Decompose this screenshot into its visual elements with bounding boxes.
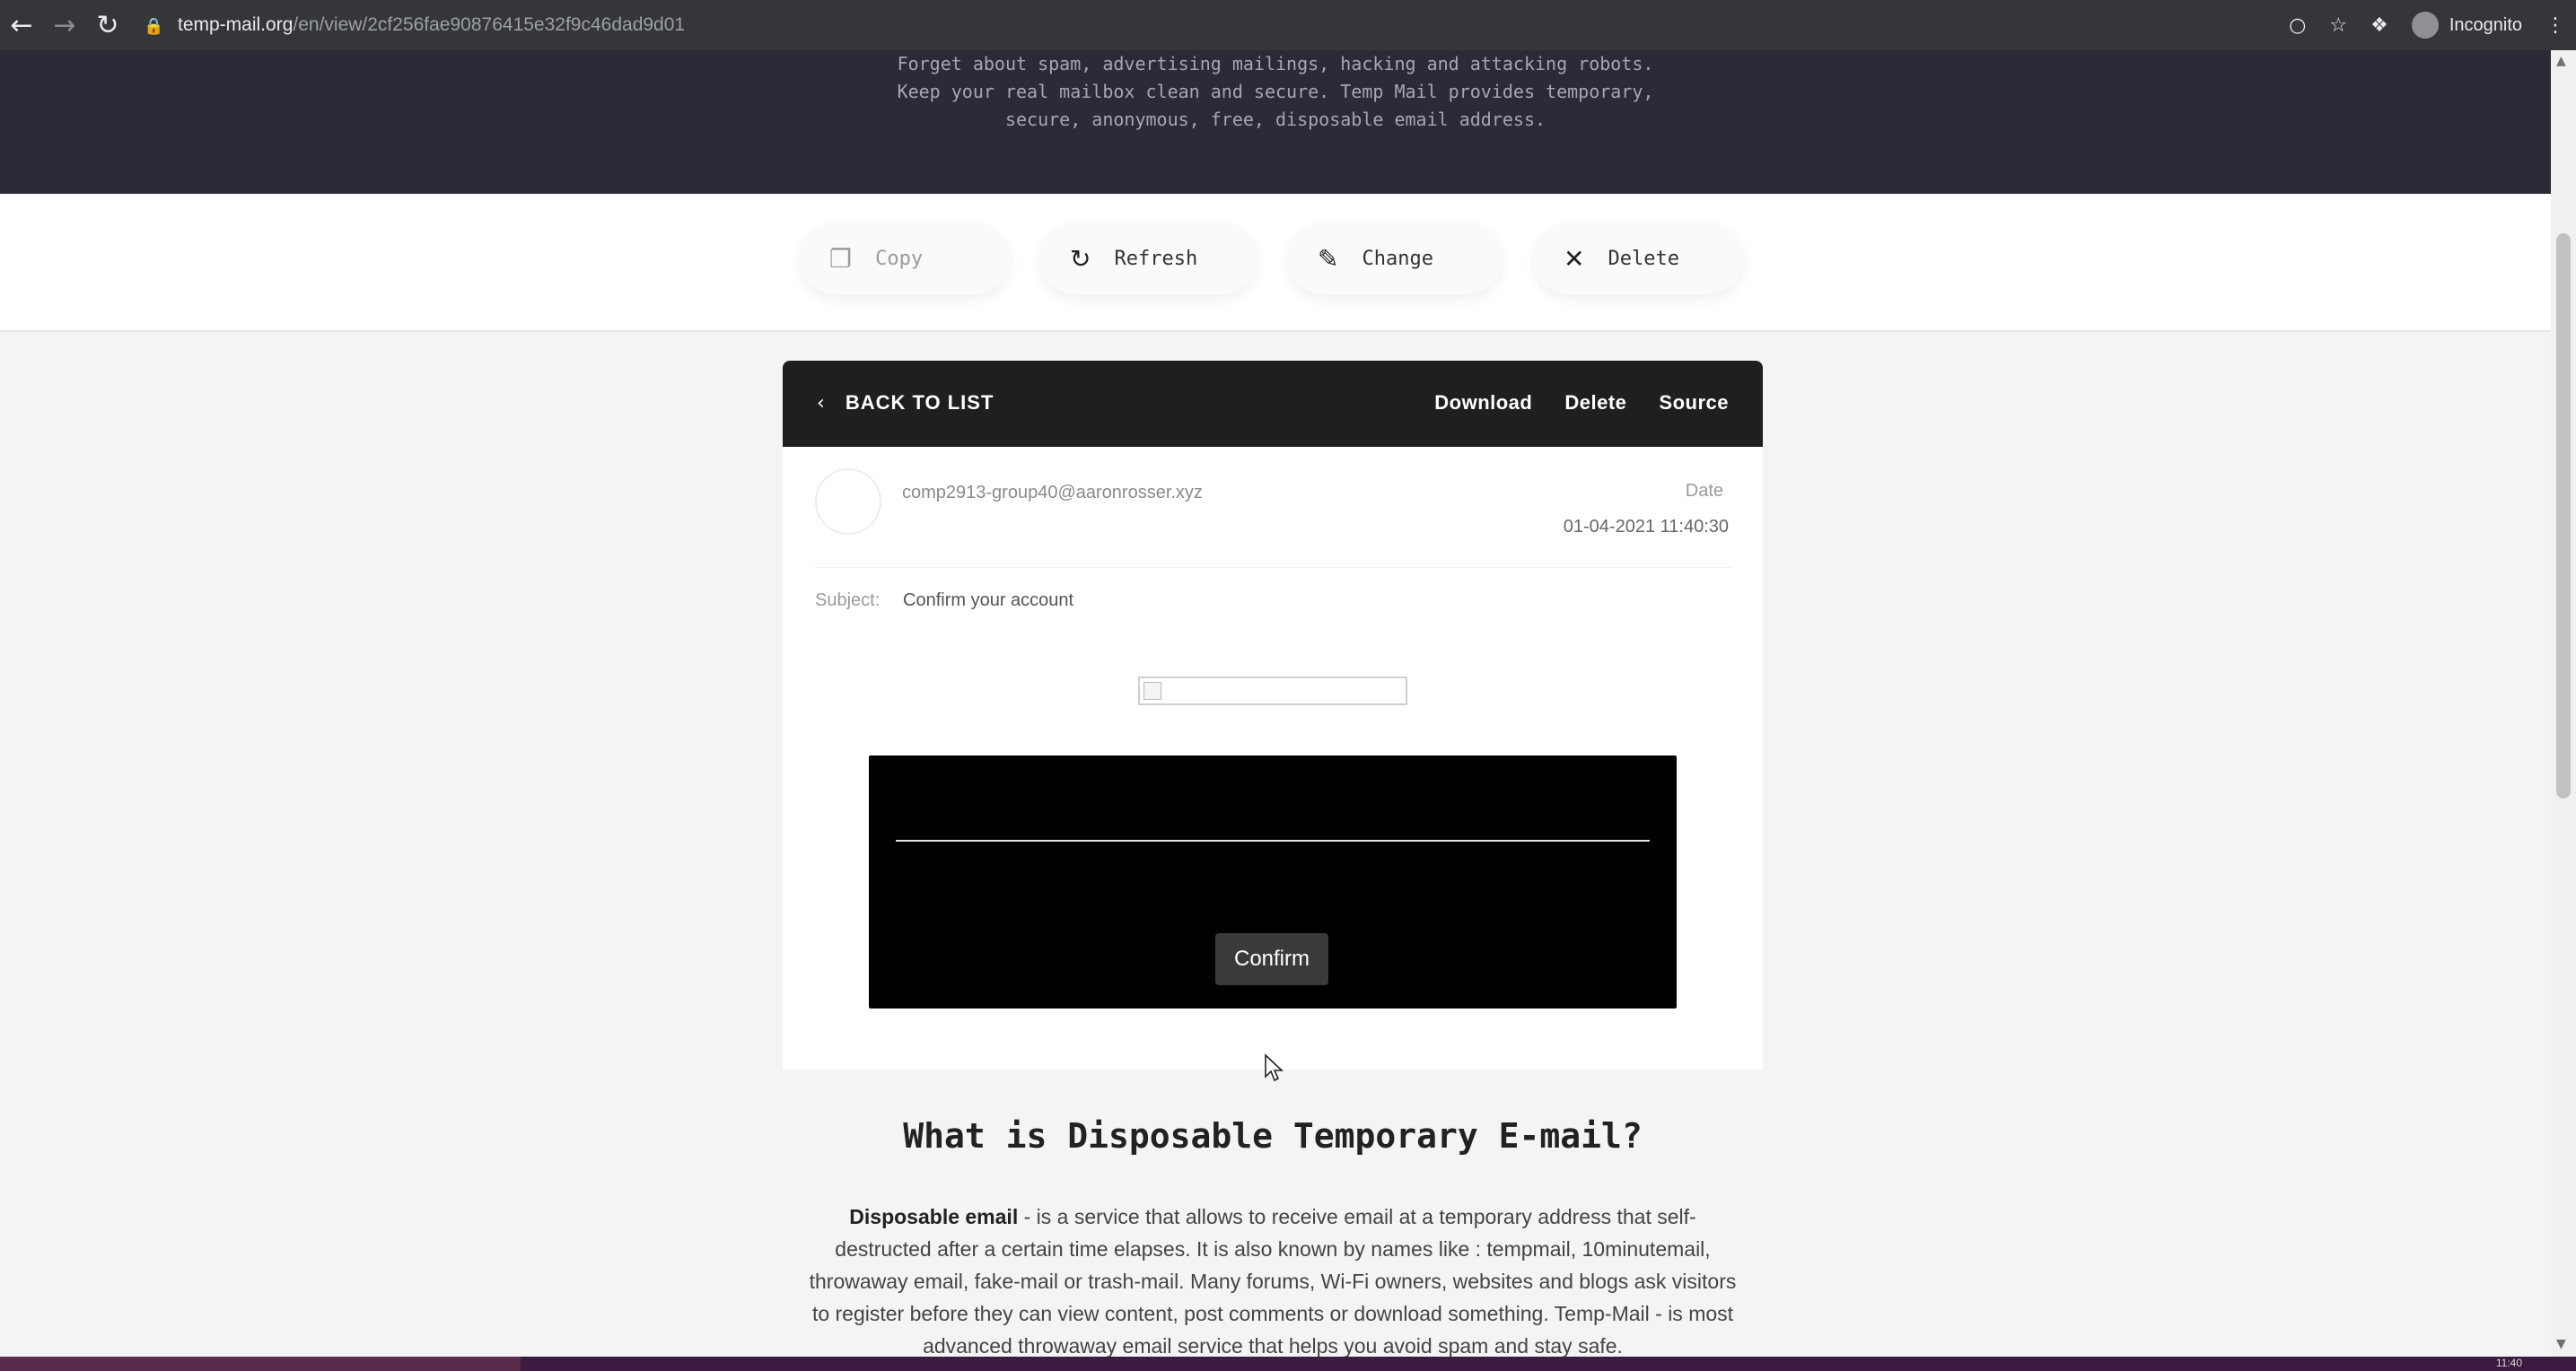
hero-section: Forget about spam, advertising mailings,… — [0, 50, 2551, 194]
email-actions: Download Delete Source — [1434, 391, 1729, 415]
refresh-label: Refresh — [1114, 247, 1198, 270]
browser-toolbar: ← → ↻ 🔒 temp-mail.org/en/view/2cf256fae9… — [0, 0, 2576, 50]
incognito-label: Incognito — [2449, 14, 2522, 35]
confirm-button[interactable]: Confirm — [1215, 933, 1328, 985]
header-divider — [815, 567, 1730, 568]
change-label: Change — [1362, 247, 1433, 270]
puzzle-icon[interactable]: ❖ — [2370, 14, 2388, 37]
edit-pen-icon: ✎ — [1318, 243, 1339, 274]
close-x-icon: ✕ — [1564, 243, 1585, 274]
refresh-icon: ↻ — [1070, 243, 1091, 274]
refresh-button[interactable]: ↻ Refresh — [1039, 223, 1258, 294]
date-label: Date — [1685, 481, 1723, 501]
info-paragraph: Disposable email - is a service that all… — [783, 1201, 1763, 1362]
scrollbar-thumb[interactable] — [2556, 233, 2571, 799]
copy-icon: ❐ — [829, 243, 853, 274]
os-taskbar: 11:40 — [0, 1357, 2576, 1371]
address-bar[interactable]: 🔒 temp-mail.org/en/view/2cf256fae9087641… — [144, 5, 685, 45]
taskbar-clock: 11:40 — [2495, 1357, 2522, 1369]
page-scrollbar[interactable]: ▲ ▼ — [2551, 50, 2576, 1357]
chevron-left-icon: ‹ — [817, 391, 826, 415]
incognito-profile[interactable]: Incognito — [2411, 12, 2522, 39]
back-arrow-icon[interactable]: ← — [0, 0, 43, 50]
delete-button[interactable]: ✕ Delete — [1533, 223, 1743, 294]
eye-off-icon[interactable]: ○ — [2289, 14, 2306, 37]
mouse-cursor-icon — [1265, 1053, 1284, 1082]
incognito-avatar-icon — [2411, 12, 2439, 39]
url-domain: temp-mail.org — [178, 14, 294, 35]
scroll-down-arrow-icon[interactable]: ▼ — [2556, 1337, 2566, 1351]
scroll-up-arrow-icon[interactable]: ▲ — [2556, 54, 2566, 68]
info-line-3: throwaway email, fake-mail or trash-mail… — [809, 1270, 1737, 1293]
lock-icon: 🔒 — [144, 17, 164, 36]
info-bold-lead: Disposable email — [849, 1205, 1019, 1228]
subject-label: Subject: — [815, 590, 881, 610]
body-divider-line — [896, 840, 1650, 842]
sender-avatar — [815, 468, 881, 535]
email-body-panel: Confirm — [869, 755, 1677, 1009]
download-link[interactable]: Download — [1434, 391, 1532, 415]
copy-button[interactable]: ❐ Copy — [799, 223, 1011, 294]
sender-email: comp2913-group40@aaronrosser.xyz — [902, 483, 1203, 502]
star-icon[interactable]: ☆ — [2329, 14, 2347, 37]
mailbox-actions-bar: ❐ Copy ↻ Refresh ✎ Change ✕ Delete — [0, 194, 2551, 332]
email-header-bar: ‹ BACK TO LIST Download Delete Source — [783, 361, 1763, 447]
source-link[interactable]: Source — [1659, 391, 1729, 415]
url-path: /en/view/2cf256fae90876415e32f9c46dad9d0… — [293, 14, 686, 35]
browser-right-icons: ○ ☆ ❖ Incognito ⋮ — [2289, 0, 2565, 50]
forward-arrow-icon[interactable]: → — [43, 0, 86, 50]
info-title: What is Disposable Temporary E-mail? — [903, 1116, 1643, 1156]
subject-value: Confirm your account — [903, 590, 1074, 610]
delete-label: Delete — [1608, 247, 1679, 270]
hero-description: Forget about spam, advertising mailings,… — [0, 50, 2551, 134]
email-view-card: ‹ BACK TO LIST Download Delete Source co… — [783, 361, 1763, 1070]
info-line-1: Disposable email - is a service that all… — [783, 1201, 1763, 1233]
copy-label: Copy — [875, 247, 924, 270]
broken-image-placeholder — [1138, 677, 1407, 705]
delete-email-link[interactable]: Delete — [1564, 391, 1626, 415]
taskbar-apps — [0, 1357, 521, 1371]
info-line-4: to register before they can view content… — [811, 1302, 1734, 1325]
hero-line-2: Keep your real mailbox clean and secure.… — [897, 81, 1654, 102]
reload-icon[interactable]: ↻ — [86, 0, 129, 50]
change-button[interactable]: ✎ Change — [1287, 223, 1503, 294]
kebab-menu-icon[interactable]: ⋮ — [2545, 14, 2565, 37]
back-to-list-link[interactable]: ‹ BACK TO LIST — [817, 391, 994, 415]
hero-line-1: Forget about spam, advertising mailings,… — [897, 53, 1654, 74]
hero-line-3: secure, anonymous, free, disposable emai… — [1004, 109, 1546, 130]
back-to-list-label: BACK TO LIST — [845, 391, 994, 414]
info-line-1-rest: - is a service that allows to receive em… — [1018, 1205, 1696, 1228]
info-line-2: destructed after a certain time elapses.… — [835, 1237, 1711, 1261]
date-value: 01-04-2021 11:40:30 — [1563, 517, 1729, 537]
